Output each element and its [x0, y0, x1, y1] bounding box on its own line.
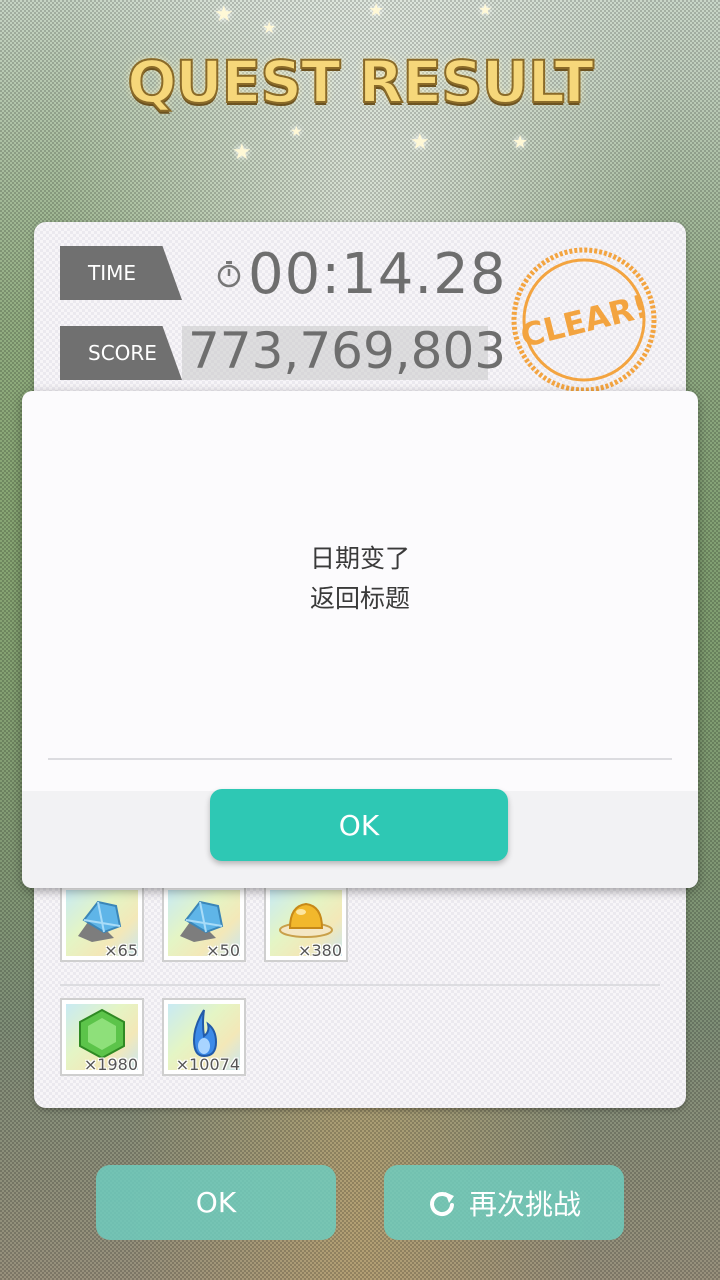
reward-item[interactable]: ×1980 — [60, 998, 144, 1076]
clear-stamp-text: CLEAR! — [517, 287, 652, 355]
dialog-message-line1: 日期变了 — [309, 544, 410, 573]
reward-item[interactable]: ×10074 — [162, 998, 246, 1076]
ok-button[interactable]: OK — [96, 1165, 336, 1240]
clear-stamp: CLEAR! — [511, 247, 657, 393]
dialog-ok-button[interactable]: OK — [210, 789, 508, 861]
sparkle-icon: ★ — [478, 0, 493, 19]
reward-divider — [60, 984, 660, 986]
dialog-message-line2: 返回标题 — [309, 584, 410, 613]
blue-ore-icon — [180, 900, 224, 942]
sparkle-icon: ★ — [214, 2, 234, 27]
item-quantity: ×380 — [298, 941, 342, 960]
page-title: QUEST RESULT — [126, 47, 595, 117]
ok-button-label: OK — [195, 1186, 237, 1219]
reward-item[interactable]: ×380 — [264, 884, 348, 962]
sparkle-icon: ★ — [410, 130, 430, 155]
green-gem-icon — [79, 1008, 125, 1060]
sparkle-icon: ★ — [290, 124, 303, 140]
reward-item[interactable]: ×65 — [60, 884, 144, 962]
retry-button-label: 再次挑战 — [468, 1187, 581, 1221]
quest-result-screen: ★ ★ ★ ★ ★ ★ ★ ★ QUEST RESULT TIME 00:14.… — [0, 0, 720, 1280]
blue-ore-icon — [78, 900, 122, 942]
time-label: TIME — [60, 246, 182, 300]
item-quantity: ×10074 — [175, 1055, 240, 1074]
dialog-ok-label: OK — [338, 808, 380, 842]
item-quantity: ×50 — [206, 941, 240, 960]
score-value: 773,769,803 — [188, 322, 507, 380]
reward-item[interactable]: ×50 — [162, 884, 246, 962]
retry-icon — [430, 1191, 454, 1216]
score-label: SCORE — [60, 326, 182, 380]
dialog-message: 日期变了 返回标题 — [22, 539, 698, 619]
date-changed-dialog: 日期变了 返回标题 OK — [22, 391, 698, 888]
dialog-divider — [48, 758, 672, 760]
sparkle-icon: ★ — [368, 0, 385, 21]
sparkle-icon: ★ — [232, 140, 252, 165]
sparkle-icon: ★ — [512, 132, 529, 153]
sparkle-icon: ★ — [262, 18, 277, 37]
item-quantity: ×65 — [104, 941, 138, 960]
stopwatch-icon — [217, 261, 241, 288]
item-quantity: ×1980 — [83, 1055, 138, 1074]
retry-button[interactable]: 再次挑战 — [384, 1165, 624, 1240]
blue-flame-icon — [192, 1009, 218, 1058]
time-value: 00:14.28 — [248, 242, 507, 307]
gold-pudding-icon — [279, 902, 333, 938]
